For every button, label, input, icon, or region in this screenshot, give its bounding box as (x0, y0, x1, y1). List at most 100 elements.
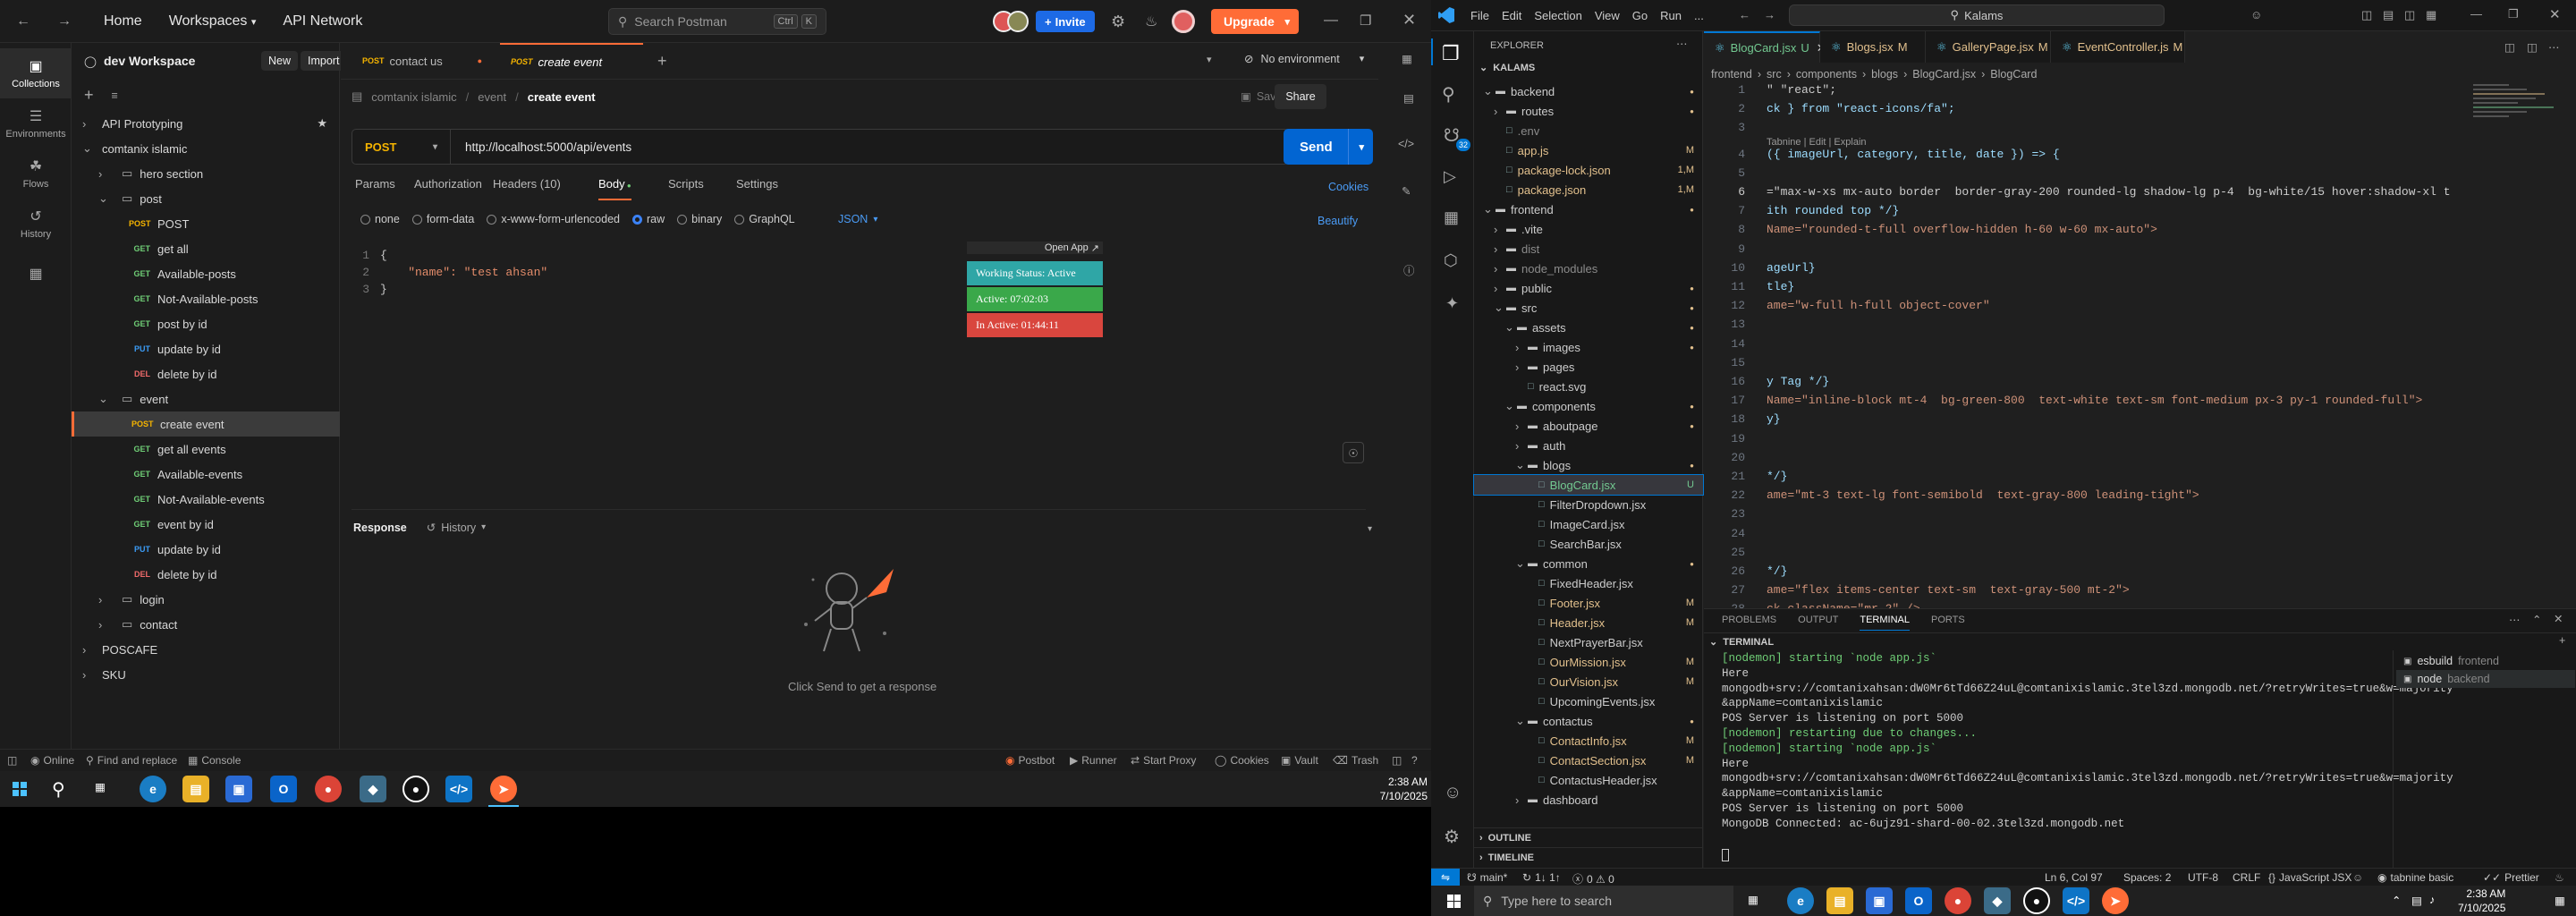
sidebar-flows[interactable]: ☘ Flows (0, 148, 72, 199)
collection-item[interactable]: › API Prototyping ★ (72, 111, 340, 136)
collection-item[interactable]: › SKU (72, 662, 340, 687)
outlook-icon[interactable]: O (270, 776, 297, 802)
file-item[interactable]: □ NextPrayerBar.jsx (1474, 632, 1703, 652)
menu-run[interactable]: Run (1660, 9, 1682, 22)
new-tab-icon[interactable]: + (657, 52, 667, 71)
request-item[interactable]: GET Not-Available-events (72, 487, 340, 512)
gear-icon[interactable]: ⚙ (1111, 13, 1125, 31)
terminal-instance[interactable]: ▣ esbuild frontend (2396, 652, 2575, 670)
request-item[interactable]: POST POST (72, 211, 340, 236)
editor-tab[interactable]: ⚛ Blogs.jsx M (1820, 31, 1926, 63)
radio-raw[interactable]: raw (632, 213, 665, 225)
add-terminal-icon[interactable]: + (2559, 634, 2565, 647)
request-item[interactable]: PUT update by id (72, 537, 340, 562)
notification-icon[interactable]: ▦ (2555, 894, 2565, 907)
volume-icon[interactable]: ♪ (2429, 894, 2435, 906)
tray-chevron-icon[interactable]: ⌃ (2392, 894, 2401, 907)
breadcrumb-item[interactable]: frontend (1711, 68, 1752, 81)
file-item[interactable]: □ OurMission.jsx M (1474, 652, 1703, 672)
extensions-icon[interactable]: ▦ (1444, 208, 1459, 227)
folder-item[interactable]: ⌄ ▬ common ● (1474, 554, 1703, 573)
back-arrow-icon[interactable]: ← (1739, 8, 1750, 21)
store-icon[interactable]: ▣ (225, 776, 252, 802)
folder-item[interactable]: ⌄ ▬ src ● (1474, 298, 1703, 318)
file-item[interactable]: □ Header.jsx M (1474, 613, 1703, 632)
file-item[interactable]: □ Footer.jsx M (1474, 593, 1703, 613)
folder-item[interactable]: ⌄ ▭ post (72, 186, 340, 211)
breadcrumb-item[interactable]: BlogCard (1990, 68, 2037, 81)
user-avatar[interactable] (1172, 10, 1195, 33)
minimize-icon[interactable]: — (1324, 13, 1338, 29)
split-editor-icon[interactable]: ◫ (2527, 40, 2538, 54)
codelens-hint[interactable]: Tabnine | Edit | Explain (1767, 137, 1867, 148)
request-tab[interactable]: POST create event (500, 43, 643, 79)
panel-tab-terminal[interactable]: TERMINAL (1860, 609, 1910, 631)
terminal-instance[interactable]: ▣ node backend (2396, 670, 2575, 688)
open-app-link[interactable]: Open App ↗ (967, 242, 1103, 254)
terminal-section-header[interactable]: ⌄ TERMINAL (1704, 632, 2576, 650)
breadcrumb-item[interactable]: blogs (1871, 68, 1898, 81)
windows-start-icon[interactable] (1447, 895, 1461, 908)
folder-item[interactable]: ⌄ ▬ assets ● (1474, 318, 1703, 337)
panel-tab-output[interactable]: OUTPUT (1798, 609, 1838, 631)
editor-tab[interactable]: ⚛ GalleryPage.jsx M (1926, 31, 2051, 63)
back-arrow-icon[interactable]: ← (16, 13, 30, 30)
request-tab[interactable]: POST contact us ● (352, 43, 495, 79)
task-view-icon[interactable]: ▦ (1748, 893, 1758, 906)
folder-item[interactable]: ⌄ ▭ event (72, 386, 340, 411)
body-editor[interactable]: 1 {2 "name": "test ahsan" 3} ☉ (352, 243, 1366, 510)
remote-explorer-icon[interactable]: ⬡ (1444, 251, 1458, 270)
add-icon[interactable]: + (84, 86, 94, 105)
body-lang-select[interactable]: JSON ▾ (838, 213, 877, 225)
folder-item[interactable]: ⌄ ▬ components ● (1474, 396, 1703, 416)
request-item[interactable]: GET Available-posts (72, 261, 340, 286)
breadcrumb-folder[interactable]: event (478, 90, 506, 104)
app-icon[interactable]: ◆ (360, 776, 386, 802)
maximize-icon[interactable]: ❐ (2508, 7, 2519, 21)
request-item[interactable]: GET post by id (72, 311, 340, 336)
postman-icon[interactable]: ➤ (2102, 887, 2129, 914)
prettier-status[interactable]: ✓✓ Prettier (2483, 871, 2539, 884)
customize-layout-icon[interactable]: ▦ (2426, 8, 2436, 22)
folder-item[interactable]: › ▬ dashboard (1474, 790, 1703, 810)
menu-selection[interactable]: Selection (1534, 9, 1581, 22)
sidebar-environments[interactable]: ☰ Environments (0, 98, 72, 148)
radio-graphql[interactable]: GraphQL (734, 213, 795, 225)
file-item[interactable]: □ BlogCard.jsx U (1473, 474, 1704, 496)
workspaces-menu[interactable]: Workspaces ▾ (169, 13, 257, 30)
edge-icon[interactable]: e (140, 776, 166, 802)
file-explorer-icon[interactable]: ▤ (1826, 887, 1853, 914)
request-item[interactable]: GET get all (72, 236, 340, 261)
folder-item[interactable]: › ▬ node_modules (1474, 259, 1703, 278)
runner-button[interactable]: ▶ Runner (1070, 754, 1117, 767)
api-network-link[interactable]: API Network (283, 13, 362, 30)
find-replace[interactable]: ⚲ Find and replace (86, 754, 177, 767)
copilot-icon[interactable]: ☺ (2352, 871, 2363, 884)
breadcrumb-item[interactable]: src (1767, 68, 1782, 81)
file-item[interactable]: □ UpcomingEvents.jsx (1474, 691, 1703, 711)
folder-item[interactable]: › ▬ routes ● (1474, 101, 1703, 121)
url-input[interactable]: http://localhost:5000/api/events (465, 130, 631, 164)
problems-indicator[interactable]: ⓧ 0 ⚠ 0 (1572, 871, 1614, 886)
avatar-group[interactable] (993, 11, 1032, 32)
environment-quicklook-icon[interactable]: ▦ (1402, 52, 1412, 65)
taskbar-time[interactable]: 2:38 AM (2458, 886, 2505, 901)
cookies-link[interactable]: Cookies (1328, 181, 1368, 193)
edge-icon[interactable]: e (1787, 887, 1814, 914)
taskbar-date[interactable]: 7/10/2025 (2458, 901, 2505, 915)
breadcrumb-item[interactable]: components (1796, 68, 1857, 81)
share-button[interactable]: Share (1275, 84, 1326, 109)
menu-[interactable]: ... (1694, 9, 1704, 22)
chrome-icon[interactable]: ● (315, 776, 342, 802)
request-item[interactable]: GET Not-Available-posts (72, 286, 340, 311)
account-icon[interactable]: ☺ (1444, 783, 1462, 803)
minimize-icon[interactable]: — (2470, 7, 2482, 21)
maximize-panel-icon[interactable]: ⌃ (2532, 613, 2541, 626)
app-black-icon[interactable]: ● (402, 776, 429, 802)
help-icon[interactable]: ? (1411, 754, 1418, 767)
remote-indicator[interactable]: ⇋ (1431, 869, 1460, 886)
layout-sidebar-icon[interactable]: ◫ (2361, 8, 2372, 22)
sidebar-collections[interactable]: ▣ Collections (0, 48, 72, 98)
panel-tab-problems[interactable]: PROBLEMS (1722, 609, 1776, 631)
task-view-icon[interactable]: ▦ (95, 780, 106, 793)
